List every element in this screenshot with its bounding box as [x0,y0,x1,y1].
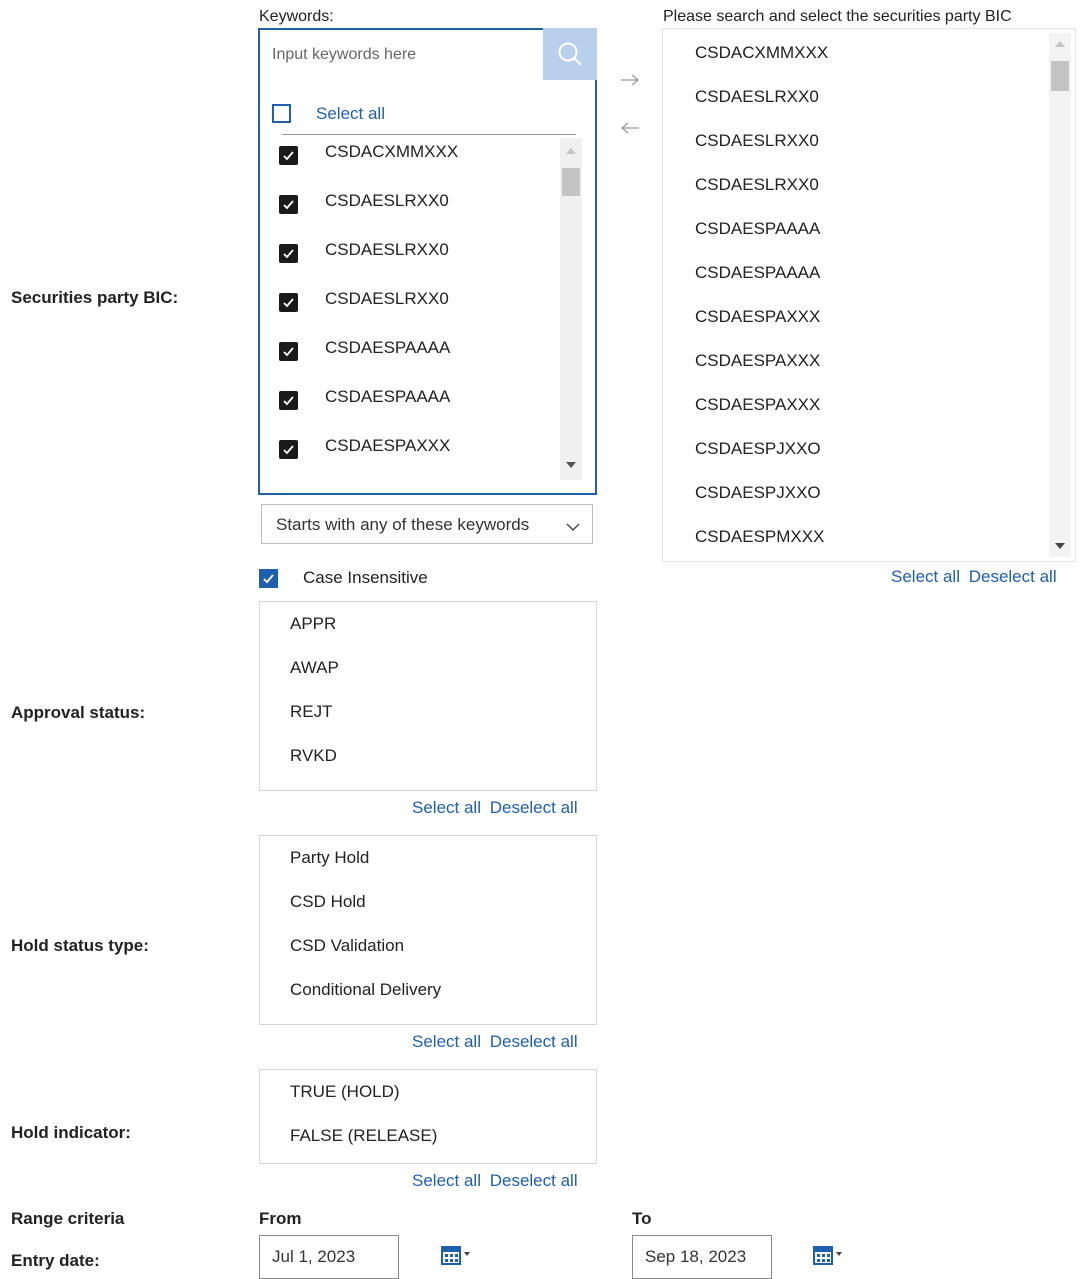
hold-indicator-label: Hold indicator: [11,1123,131,1142]
deselect-all-link[interactable]: Deselect all [490,1032,578,1051]
arrow-right-icon[interactable] [620,70,640,93]
option-item[interactable]: TRUE (HOLD) [290,1082,400,1102]
keyword-list-scrollbar[interactable] [560,138,582,480]
approval-status-label: Approval status: [11,703,146,722]
keyword-item-label: CSDAESPAXXX [325,436,451,455]
case-insensitive-label: Case Insensitive [303,568,428,587]
scroll-thumb[interactable] [1051,61,1069,91]
available-item[interactable]: CSDAESLRXX0 [695,87,819,107]
available-item[interactable]: CSDAESPAXXX [695,395,820,415]
keyword-item[interactable]: CSDAESPAXXX [260,430,560,470]
hold-status-type-label: Hold status type: [11,936,149,955]
securities-party-bic-label: Securities party BIC: [11,288,179,307]
hold-status-select-links: Select all Deselect all [412,1032,578,1052]
available-item[interactable]: CSDACXMMXXX [695,43,828,63]
match-type-select[interactable]: Starts with any of these keywords [261,504,593,544]
keyword-item[interactable]: CSDAESPAAAA [260,381,560,421]
select-all-link[interactable]: Select all [891,567,960,586]
deselect-all-link[interactable]: Deselect all [969,567,1057,586]
hold-indicator-select-links: Select all Deselect all [412,1171,578,1191]
keyword-item-checkbox[interactable] [279,293,298,312]
approval-select-links: Select all Deselect all [412,798,578,818]
keyword-item-checkbox[interactable] [279,440,298,459]
available-list-scrollbar[interactable] [1049,33,1071,557]
arrow-left-icon[interactable] [620,118,640,141]
scroll-up-icon[interactable] [560,142,582,160]
available-item[interactable]: CSDAESLRXX0 [695,131,819,151]
option-item[interactable]: REJT [290,702,333,722]
deselect-all-link[interactable]: Deselect all [490,1171,578,1190]
entry-date-to-input[interactable]: Sep 18, 2023 [632,1235,772,1279]
scroll-up-icon[interactable] [1049,35,1071,53]
hold-status-type-list: Party Hold CSD Hold CSD Validation Conditio… [259,835,597,1025]
case-insensitive-option[interactable]: Case Insensitive [259,567,559,589]
available-bic-list: CSDACXMMXXX CSDAESLRXX0 CSDAESLRXX0 CSDAESL… [662,28,1076,562]
calendar-icon[interactable] [812,1243,844,1269]
option-item[interactable]: FALSE (RELEASE) [290,1126,437,1146]
entry-date-from-input[interactable]: Jul 1, 2023 [259,1235,399,1279]
select-all-link[interactable]: Select all [412,1032,481,1051]
keyword-item[interactable]: CSDAESLRXX0 [260,283,560,323]
scroll-thumb[interactable] [562,168,580,196]
keyword-item-checkbox[interactable] [279,146,298,165]
keyword-item-label: CSDAESLRXX0 [325,289,449,308]
keyword-item-checkbox[interactable] [279,244,298,263]
keyword-item-checkbox[interactable] [279,195,298,214]
option-item[interactable]: CSD Hold [290,892,366,912]
select-all-checkbox[interactable] [272,104,291,123]
search-icon [556,40,584,71]
option-item[interactable]: CSD Validation [290,936,404,956]
select-all-link[interactable]: Select all [412,1171,481,1190]
keyword-item-label: CSDAESLRXX0 [325,240,449,259]
available-item[interactable]: CSDAESPAXXX [695,351,820,371]
keyword-item[interactable]: CSDAESLRXX0 [260,185,560,225]
available-select-links: Select all Deselect all [891,567,1057,587]
available-item[interactable]: CSDAESPJXXO [695,439,821,459]
scroll-down-icon[interactable] [560,456,582,474]
calendar-icon[interactable] [440,1243,472,1269]
entry-date-label: Entry date: [11,1251,100,1270]
keyword-item-label: CSDACXMMXXX [325,142,459,161]
keyword-item[interactable]: CSDAESLRXX0 [260,234,560,274]
select-all-row[interactable]: Select all [260,100,595,130]
deselect-all-link[interactable]: Deselect all [490,798,578,817]
list-divider [282,134,576,135]
option-item[interactable]: Party Hold [290,848,369,868]
available-item[interactable]: CSDAESLRXX0 [695,175,819,195]
available-item[interactable]: CSDAESPMXXX [695,527,824,547]
available-item[interactable]: CSDAESPAXXX [695,307,820,327]
available-item[interactable]: CSDAESPJXXO [695,483,821,503]
keyword-search-input[interactable] [258,28,543,82]
keyword-item-checkbox[interactable] [279,342,298,361]
available-caption: Please search and select the securities … [663,8,1012,25]
select-all-link[interactable]: Select all [412,798,481,817]
select-all-label[interactable]: Select all [316,104,385,124]
option-item[interactable]: RVKD [290,746,337,766]
keyword-search [258,28,597,82]
approval-status-list: APPR AWAP REJT RVKD [259,601,597,791]
hold-indicator-list: TRUE (HOLD) FALSE (RELEASE) [259,1069,597,1164]
option-item[interactable]: AWAP [290,658,339,678]
keyword-item-checkbox[interactable] [279,391,298,410]
chevron-down-icon [566,517,580,537]
search-button[interactable] [543,28,597,82]
range-criteria-label: Range criteria [11,1209,125,1228]
keywords-caption: Keywords: [259,8,334,25]
from-label: From [259,1209,302,1228]
keyword-results-list: Select all CSDACXMMXXX CSDAESLRXX0 CSDAESL… [258,80,597,495]
keyword-item[interactable]: CSDAESPAAAA [260,332,560,372]
keyword-item[interactable]: CSDACXMMXXX [260,136,560,176]
to-label: To [632,1209,652,1228]
option-item[interactable]: Conditional Delivery [290,980,441,1000]
available-item[interactable]: CSDAESPAAAA [695,263,820,283]
match-type-value: Starts with any of these keywords [276,515,530,534]
available-item[interactable]: CSDAESPAAAA [695,219,820,239]
keyword-item-label: CSDAESPAAAA [325,338,451,357]
option-item[interactable]: APPR [290,614,336,634]
keyword-item-label: CSDAESLRXX0 [325,191,449,210]
scroll-down-icon[interactable] [1049,537,1071,555]
case-insensitive-checkbox[interactable] [259,569,278,588]
keyword-item-label: CSDAESPAAAA [325,387,451,406]
